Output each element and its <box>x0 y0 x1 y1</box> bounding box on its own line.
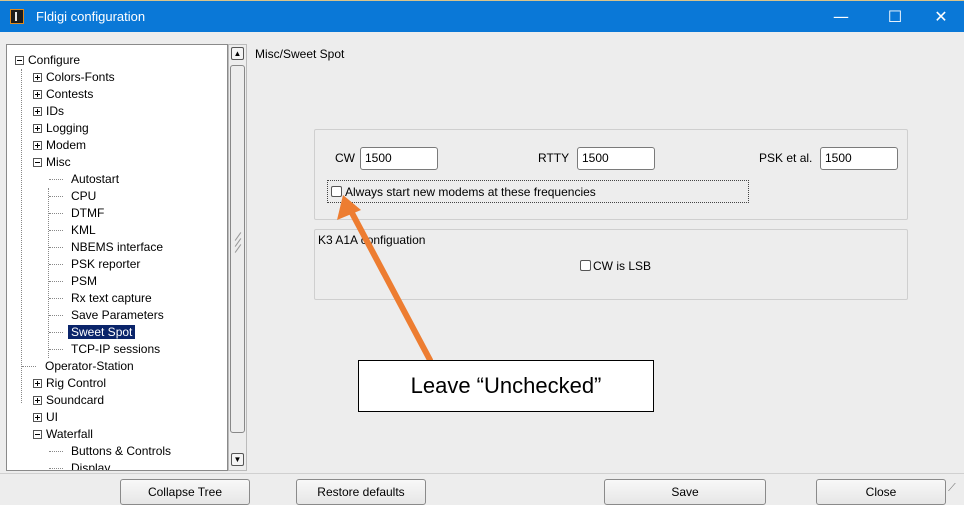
tree-item-tcp-ip-sessions[interactable]: TCP-IP sessions <box>71 341 160 358</box>
sweet-spot-group: CW 1500 RTTY 1500 PSK et al. 1500 Always… <box>314 129 908 220</box>
tree-item-configure[interactable]: Configure <box>15 52 80 69</box>
expand-icon[interactable] <box>33 379 42 389</box>
resize-grip-icon[interactable]: ⟋ <box>948 482 956 495</box>
psk-frequency-input[interactable]: 1500 <box>820 147 898 170</box>
app-icon <box>10 9 24 24</box>
rtty-frequency-input[interactable]: 1500 <box>577 147 655 170</box>
cw-label: CW <box>335 151 355 165</box>
always-start-label: Always start new modems at these frequen… <box>345 185 596 199</box>
tree-item-save-parameters[interactable]: Save Parameters <box>71 307 164 324</box>
expand-icon[interactable] <box>33 413 42 423</box>
tree-item-waterfall[interactable]: Waterfall <box>33 426 93 443</box>
expand-icon[interactable] <box>33 396 42 406</box>
scroll-up-arrow-icon[interactable]: ▲ <box>231 47 244 60</box>
k3-heading: K3 A1A configuation <box>318 233 426 247</box>
save-button[interactable]: Save <box>604 479 766 505</box>
tree-item-rig-control[interactable]: Rig Control <box>33 375 106 392</box>
expand-icon[interactable] <box>33 141 42 151</box>
k3-a1a-group: K3 A1A configuation CW is LSB <box>314 229 908 300</box>
expand-icon[interactable] <box>33 90 42 100</box>
config-tree[interactable]: Configure Colors-Fonts Contests IDs Logg… <box>6 44 228 471</box>
tree-item-display[interactable]: Display <box>71 460 110 470</box>
psk-label: PSK et al. <box>759 151 813 165</box>
tree-item-ids[interactable]: IDs <box>33 103 64 120</box>
scrollbar-thumb[interactable] <box>230 65 245 433</box>
cw-is-lsb-label: CW is LSB <box>593 259 652 273</box>
maximize-button[interactable]: ☐ <box>872 1 918 32</box>
expand-icon[interactable] <box>33 107 42 117</box>
collapse-icon[interactable] <box>33 158 42 168</box>
tree-item-logging[interactable]: Logging <box>33 120 89 137</box>
cw-frequency-input[interactable]: 1500 <box>360 147 438 170</box>
tree-item-colors-fonts[interactable]: Colors-Fonts <box>33 69 115 86</box>
tree-item-contests[interactable]: Contests <box>33 86 93 103</box>
window-title: Fldigi configuration <box>36 9 146 24</box>
page-title: Misc/Sweet Spot <box>255 47 345 61</box>
tree-item-modem[interactable]: Modem <box>33 137 86 154</box>
tree-item-sweet-spot[interactable]: Sweet Spot <box>68 324 136 341</box>
minimize-button[interactable]: — <box>818 1 864 32</box>
tree-item-nbems-interface[interactable]: NBEMS interface <box>71 239 163 256</box>
tree-item-misc[interactable]: Misc <box>33 154 71 171</box>
always-start-checkbox[interactable] <box>331 186 342 197</box>
collapse-icon[interactable] <box>15 56 24 66</box>
annotation-callout: Leave “Unchecked” <box>358 360 654 412</box>
tree-item-buttons-controls[interactable]: Buttons & Controls <box>71 443 171 460</box>
tree-item-cpu[interactable]: CPU <box>71 188 96 205</box>
restore-defaults-button[interactable]: Restore defaults <box>296 479 426 505</box>
tree-item-psk-reporter[interactable]: PSK reporter <box>71 256 140 273</box>
tree-item-rx-text-capture[interactable]: Rx text capture <box>71 290 152 307</box>
rtty-label: RTTY <box>538 151 570 165</box>
tree-item-autostart[interactable]: Autostart <box>71 171 119 188</box>
tree-item-ui[interactable]: UI <box>33 409 58 426</box>
tree-item-dtmf[interactable]: DTMF <box>71 205 104 222</box>
tree-item-psm[interactable]: PSM <box>71 273 97 290</box>
collapse-tree-button[interactable]: Collapse Tree <box>120 479 250 505</box>
close-window-button[interactable]: ✕ <box>918 1 964 32</box>
collapse-icon[interactable] <box>33 430 42 440</box>
title-bar: Fldigi configuration — ☐ ✕ <box>0 0 964 32</box>
tree-item-operator-station[interactable]: Operator-Station <box>45 358 134 375</box>
button-bar: Collapse Tree Restore defaults Save Clos… <box>0 473 964 505</box>
tree-item-soundcard[interactable]: Soundcard <box>33 392 104 409</box>
tree-item-kml[interactable]: KML <box>71 222 96 239</box>
scroll-down-arrow-icon[interactable]: ▼ <box>231 453 244 466</box>
tree-scrollbar[interactable]: ▲ ▼ <box>228 44 247 471</box>
cw-is-lsb-checkbox[interactable] <box>580 260 591 271</box>
expand-icon[interactable] <box>33 73 42 83</box>
close-button[interactable]: Close <box>816 479 946 505</box>
expand-icon[interactable] <box>33 124 42 134</box>
